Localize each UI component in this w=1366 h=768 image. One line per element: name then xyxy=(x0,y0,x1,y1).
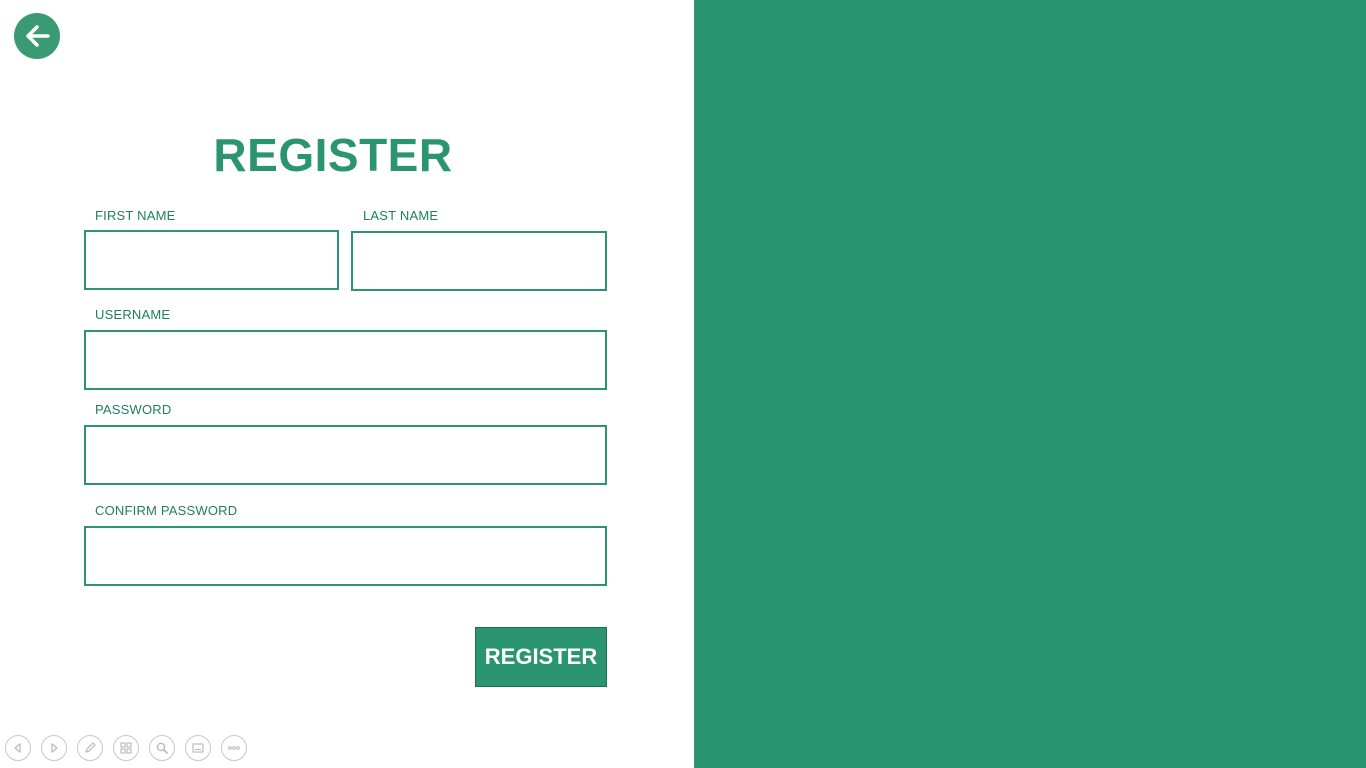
decorative-green-panel xyxy=(694,0,1366,768)
subtitles-button[interactable] xyxy=(185,735,211,761)
last-name-label: LAST NAME xyxy=(363,208,439,223)
more-options-button[interactable] xyxy=(221,735,247,761)
slideshow-toolbar xyxy=(5,735,247,763)
zoom-button[interactable] xyxy=(149,735,175,761)
next-slide-button[interactable] xyxy=(41,735,67,761)
register-button[interactable]: REGISTER xyxy=(475,627,607,687)
password-field[interactable] xyxy=(84,425,607,485)
username-field[interactable] xyxy=(84,330,607,390)
username-label: USERNAME xyxy=(95,307,171,322)
previous-slide-button[interactable] xyxy=(5,735,31,761)
arrow-left-icon xyxy=(26,25,50,47)
subtitles-icon xyxy=(192,743,204,753)
register-form-panel: REGISTER FIRST NAME LAST NAME USERNAME P… xyxy=(0,0,694,768)
confirm-password-field[interactable] xyxy=(84,526,607,586)
last-name-field[interactable] xyxy=(351,231,607,291)
zoom-icon xyxy=(156,742,168,754)
more-options-icon xyxy=(228,746,240,750)
pen-button[interactable] xyxy=(77,735,103,761)
next-slide-icon xyxy=(51,743,58,753)
see-all-slides-icon xyxy=(120,742,132,754)
first-name-field[interactable] xyxy=(84,230,339,290)
previous-slide-icon xyxy=(14,743,21,753)
back-button[interactable] xyxy=(14,13,60,59)
pen-icon xyxy=(85,742,96,753)
confirm-password-label: CONFIRM PASSWORD xyxy=(95,503,238,518)
page: REGISTER FIRST NAME LAST NAME USERNAME P… xyxy=(0,0,1366,768)
first-name-label: FIRST NAME xyxy=(95,208,176,223)
see-all-slides-button[interactable] xyxy=(113,735,139,761)
password-label: PASSWORD xyxy=(95,402,172,417)
page-title: REGISTER xyxy=(213,129,453,181)
